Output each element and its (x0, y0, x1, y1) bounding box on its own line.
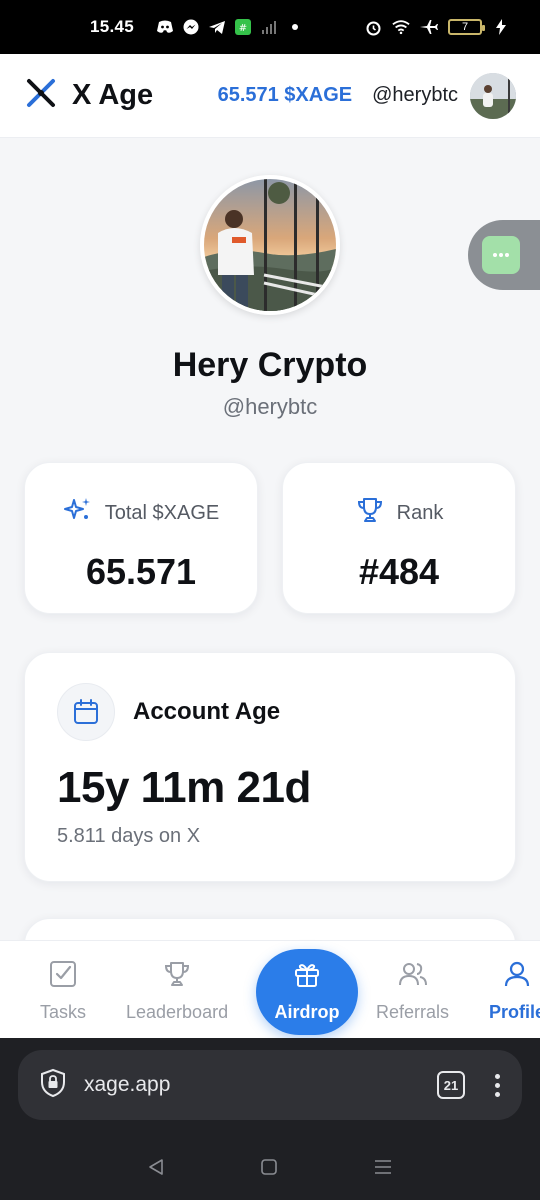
alarm-icon (364, 19, 382, 35)
total-xage-value: 65.571 (85, 551, 197, 592)
svg-text:#: # (239, 23, 247, 34)
account-age-days: 5.811 days on X (57, 825, 201, 847)
browser-bar: xage.app 21 (0, 1038, 540, 1138)
gift-icon (293, 961, 321, 994)
telegram-icon (208, 19, 226, 35)
profile-avatar (200, 175, 340, 315)
brand[interactable]: X Age (26, 78, 153, 113)
total-xage-card: Total $XAGE 65.571 (24, 462, 258, 614)
account-age-value: 15y 11m 21d (57, 763, 311, 812)
charging-bolt-icon (492, 19, 510, 35)
rank-label: Rank (396, 501, 444, 524)
dot-icon (286, 19, 304, 35)
wifi-icon (392, 19, 410, 35)
rank-label-row: Rank (355, 495, 444, 531)
account-age-title: Account Age (133, 698, 281, 725)
nav-airdrop[interactable]: Airdrop (256, 949, 358, 1035)
users-icon (398, 959, 428, 994)
rank-value: #484 (358, 551, 440, 592)
battery-level: 7 (461, 21, 469, 33)
tab-switcher-button[interactable]: 21 (437, 1071, 465, 1099)
url-text[interactable]: xage.app (84, 1073, 170, 1097)
nav-airdrop-label: Airdrop (274, 1002, 340, 1022)
calculator-app-icon: # (234, 19, 252, 35)
total-xage-label-row: Total $XAGE (63, 495, 220, 531)
battery-indicator: 7 (448, 19, 485, 35)
discord-icon (156, 19, 174, 35)
account-age-card: Account Age 15y 11m 21d 5.811 days on X (24, 652, 516, 882)
home-square-icon[interactable] (260, 1158, 278, 1181)
calendar-icon (57, 683, 115, 741)
airplane-mode-icon (420, 19, 438, 35)
header-balance: 65.571 $XAGE (217, 84, 353, 106)
rank-card: Rank #484 (282, 462, 516, 614)
status-notification-icons: # (156, 19, 304, 35)
bottom-nav: Tasks Leaderboard Airdrop Referrals Prof… (0, 940, 540, 1038)
messenger-icon (182, 19, 200, 35)
checkbox-icon (48, 959, 78, 994)
nav-referrals-label: Referrals (376, 1002, 450, 1022)
nav-referrals[interactable]: Referrals (376, 959, 449, 1023)
nav-tasks[interactable]: Tasks (40, 959, 86, 1023)
status-system-icons: 7 (364, 19, 510, 35)
trophy-icon (162, 959, 192, 994)
recents-menu-icon[interactable] (373, 1158, 393, 1181)
x-age-logo-icon (26, 78, 56, 113)
url-bar[interactable]: xage.app 21 (18, 1050, 522, 1120)
chat-dots-icon[interactable] (482, 236, 520, 274)
lock-shield-icon[interactable] (40, 1068, 66, 1103)
header-handle: @herybtc (372, 84, 458, 106)
trophy-icon (355, 495, 385, 531)
profile-handle: @herybtc (222, 394, 318, 419)
floating-chat-bubble[interactable] (468, 220, 540, 290)
brand-title: X Age (72, 79, 154, 111)
user-icon (502, 959, 532, 994)
signal-weak-icon (260, 19, 278, 35)
account-age-header: Account Age (57, 683, 483, 741)
back-triangle-icon[interactable] (147, 1158, 165, 1181)
sparkles-icon (63, 495, 93, 531)
profile-name: Hery Crypto (172, 346, 368, 384)
nav-profile-label: Profile (489, 1002, 540, 1022)
nav-profile[interactable]: Profile (489, 959, 540, 1023)
nav-leaderboard-label: Leaderboard (126, 1002, 229, 1022)
status-bar: 15.45 # 7 (0, 0, 540, 54)
status-time: 15.45 (90, 17, 135, 36)
system-nav-bar (0, 1138, 540, 1200)
browser-menu-icon[interactable] (495, 1073, 500, 1097)
total-xage-label: Total $XAGE (104, 501, 220, 524)
app-header: X Age 65.571 $XAGE @herybtc (0, 54, 540, 138)
nav-leaderboard[interactable]: Leaderboard (126, 959, 228, 1023)
header-avatar[interactable] (470, 72, 516, 119)
nav-tasks-label: Tasks (40, 1002, 87, 1022)
